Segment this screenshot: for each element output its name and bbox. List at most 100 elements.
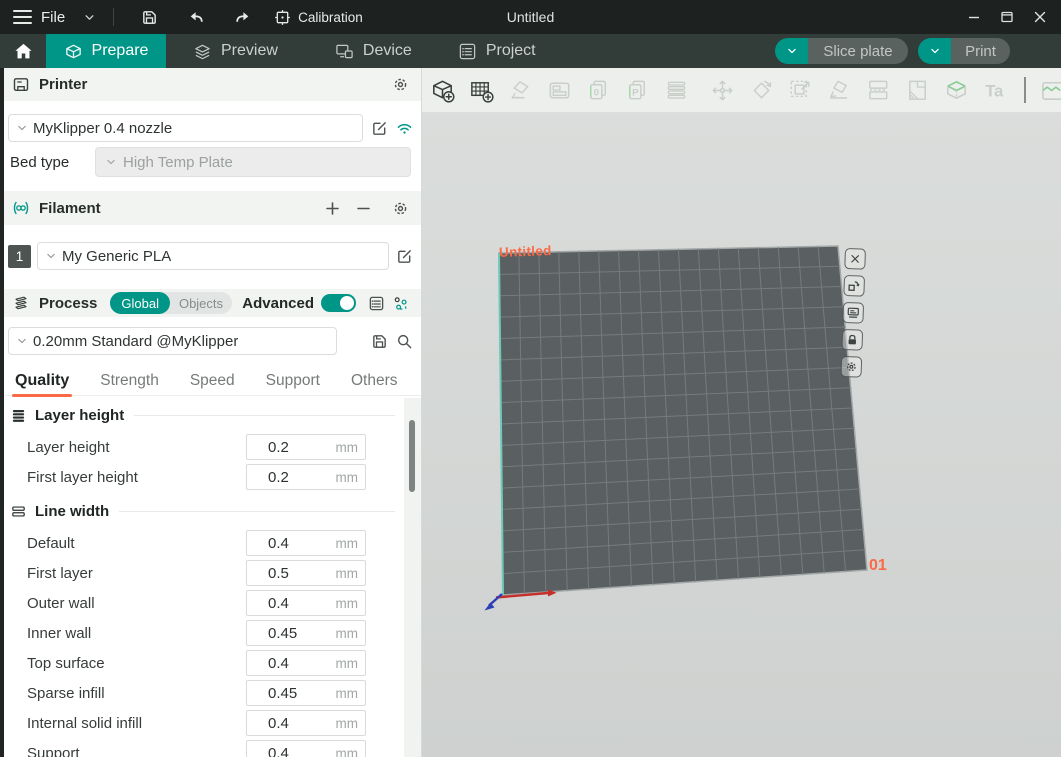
add-plate-button[interactable] [466, 75, 496, 105]
internal-solid-infill-input[interactable]: mm [246, 710, 366, 736]
default-line-width-input[interactable]: mm [246, 530, 366, 556]
inner-wall-input[interactable]: mm [246, 620, 366, 646]
value-input[interactable] [247, 655, 319, 672]
delete-plate-button[interactable] [844, 248, 866, 270]
remove-filament-button[interactable] [354, 199, 372, 217]
setting-label: Layer height [27, 439, 110, 456]
redo-button[interactable] [230, 6, 252, 28]
print-button[interactable]: Print [951, 38, 1010, 64]
filament-icon [12, 199, 30, 217]
split-window-button[interactable] [544, 75, 574, 105]
calibration-button[interactable]: Calibration [274, 9, 363, 26]
printer-preset-row: MyKlipper 0.4 nozzle [8, 114, 413, 142]
value-input[interactable] [247, 469, 319, 486]
value-input[interactable] [247, 565, 319, 582]
edit-icon [371, 120, 388, 137]
split-object-button[interactable] [863, 75, 893, 105]
tab-preview[interactable]: Preview [193, 34, 278, 68]
build-plate[interactable] [422, 113, 1061, 757]
first-layer-line-width-input[interactable]: mm [246, 560, 366, 586]
settings-scrollbar[interactable] [404, 398, 421, 757]
rotate-tool-button[interactable] [746, 75, 776, 105]
value-input[interactable] [247, 625, 319, 642]
printer-preset-select[interactable]: MyKlipper 0.4 nozzle [8, 114, 363, 142]
tab-prepare[interactable]: Prepare [46, 34, 166, 68]
scale-tool-button[interactable] [785, 75, 815, 105]
tab-support[interactable]: Support [265, 372, 321, 390]
add-filament-button[interactable] [323, 199, 341, 217]
setting-label: Outer wall [27, 595, 95, 612]
home-button[interactable] [0, 34, 46, 68]
toolbar-divider [1024, 77, 1026, 103]
edit-printer-button[interactable] [370, 119, 388, 137]
fine-tune-button[interactable] [391, 294, 409, 312]
advanced-toggle[interactable] [321, 294, 356, 312]
place-on-face-button[interactable] [824, 75, 854, 105]
tab-project[interactable]: Project [458, 34, 536, 68]
assembly-button[interactable] [1038, 75, 1061, 105]
filament-preset-select[interactable]: My Generic PLA [37, 242, 389, 270]
auto-arrange-button[interactable] [505, 75, 535, 105]
lock-plate-button[interactable] [841, 329, 863, 351]
print-options-dropdown[interactable] [918, 38, 951, 64]
scrollbar-thumb[interactable] [409, 420, 415, 492]
save-preset-button[interactable] [370, 332, 388, 350]
value-input[interactable] [247, 745, 319, 757]
value-input[interactable] [247, 685, 319, 702]
printer-settings-button[interactable] [391, 76, 409, 94]
slice-plate-button[interactable]: Slice plate [808, 38, 908, 64]
slice-options-dropdown[interactable] [775, 38, 808, 64]
minimize-button[interactable] [957, 0, 990, 34]
top-surface-input[interactable]: mm [246, 650, 366, 676]
scope-global-button[interactable]: Global [110, 292, 170, 314]
tab-speed[interactable]: Speed [189, 372, 236, 390]
value-input[interactable] [247, 715, 319, 732]
doc-p-button[interactable]: P [622, 75, 652, 105]
text-tool-button[interactable]: Ta [980, 75, 1010, 105]
plate-gear-button[interactable] [840, 356, 862, 378]
move-tool-button[interactable] [707, 75, 737, 105]
setting-row: Outer wall mm [0, 588, 421, 618]
layer-height-input[interactable]: mm [246, 434, 366, 460]
plate-settings-button[interactable] [842, 302, 864, 324]
viewport-3d-canvas[interactable]: Untitled 01 [422, 113, 1061, 757]
parameter-list-button[interactable] [367, 294, 385, 312]
maximize-button[interactable] [990, 0, 1023, 34]
support-line-width-input[interactable]: mm [246, 740, 366, 757]
wifi-connection-button[interactable] [395, 119, 413, 137]
close-button[interactable] [1023, 0, 1056, 34]
variable-layer-height-button[interactable] [902, 75, 932, 105]
value-input[interactable] [247, 595, 319, 612]
setting-row: Default mm [0, 528, 421, 558]
bed-type-select[interactable]: High Temp Plate [95, 147, 411, 177]
bed-type-label: Bed type [10, 154, 95, 171]
window-controls [957, 0, 1056, 34]
add-object-button[interactable] [427, 75, 457, 105]
sparse-infill-input[interactable]: mm [246, 680, 366, 706]
search-settings-button[interactable] [395, 332, 413, 350]
outer-wall-input[interactable]: mm [246, 590, 366, 616]
save-button[interactable] [138, 6, 160, 28]
undo-button[interactable] [186, 6, 208, 28]
value-input[interactable] [247, 439, 319, 456]
first-layer-height-input[interactable]: mm [246, 464, 366, 490]
unit-label: mm [336, 440, 366, 455]
mesh-cube-button[interactable] [941, 75, 971, 105]
filament-preset-row: 1 My Generic PLA [8, 242, 413, 270]
file-menu-button[interactable]: File [0, 0, 109, 34]
scope-toggle: Global Objects [110, 292, 232, 314]
tune-dots-icon [392, 295, 409, 312]
value-input[interactable] [247, 535, 319, 552]
stack-objects-button[interactable] [661, 75, 691, 105]
arrange-plate-button[interactable] [843, 275, 865, 297]
tab-quality[interactable]: Quality [14, 372, 70, 390]
tab-strength[interactable]: Strength [99, 372, 160, 390]
setting-label: Inner wall [27, 625, 91, 642]
tab-device[interactable]: Device [335, 34, 412, 68]
process-preset-select[interactable]: 0.20mm Standard @MyKlipper [8, 327, 337, 355]
filament-settings-button[interactable] [391, 199, 409, 217]
doc-zero-button[interactable]: 0 [583, 75, 613, 105]
edit-filament-button[interactable] [395, 247, 413, 265]
tab-others[interactable]: Others [350, 372, 399, 390]
scope-objects-button[interactable]: Objects [170, 296, 232, 311]
